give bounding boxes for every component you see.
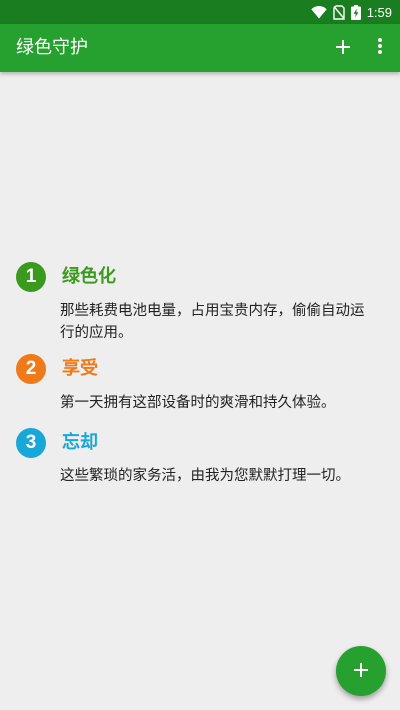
feature-title: 忘却: [62, 432, 98, 453]
no-sim-icon: [332, 4, 345, 20]
app-bar: 绿色守护: [0, 24, 400, 72]
feature-description: 第一天拥有这部设备时的爽滑和持久体验。: [60, 395, 336, 411]
battery-charging-icon: [350, 4, 361, 20]
feature-description: 那些耗费电池电量，占用宝贵内存，偷偷自动运行的应用。: [60, 303, 365, 341]
wifi-icon: [310, 5, 327, 19]
more-options-button[interactable]: [364, 32, 396, 64]
add-icon: [336, 39, 350, 58]
add-button[interactable]: [327, 32, 359, 64]
feature-description: 这些繁琐的家务活，由我为您默默打理一切。: [60, 468, 350, 484]
step-number-badge: 2: [16, 354, 46, 384]
add-icon: [354, 662, 368, 681]
more-vert-icon: [378, 38, 382, 58]
app-title: 绿色守护: [16, 37, 88, 58]
step-number-badge: 1: [16, 262, 46, 292]
status-bar: 1:59: [0, 0, 400, 24]
status-time: 1:59: [366, 4, 392, 20]
step-number-badge: 3: [16, 428, 46, 458]
feature-title: 享受: [62, 358, 98, 379]
add-fab-button[interactable]: [336, 646, 386, 696]
feature-title: 绿色化: [62, 266, 116, 287]
